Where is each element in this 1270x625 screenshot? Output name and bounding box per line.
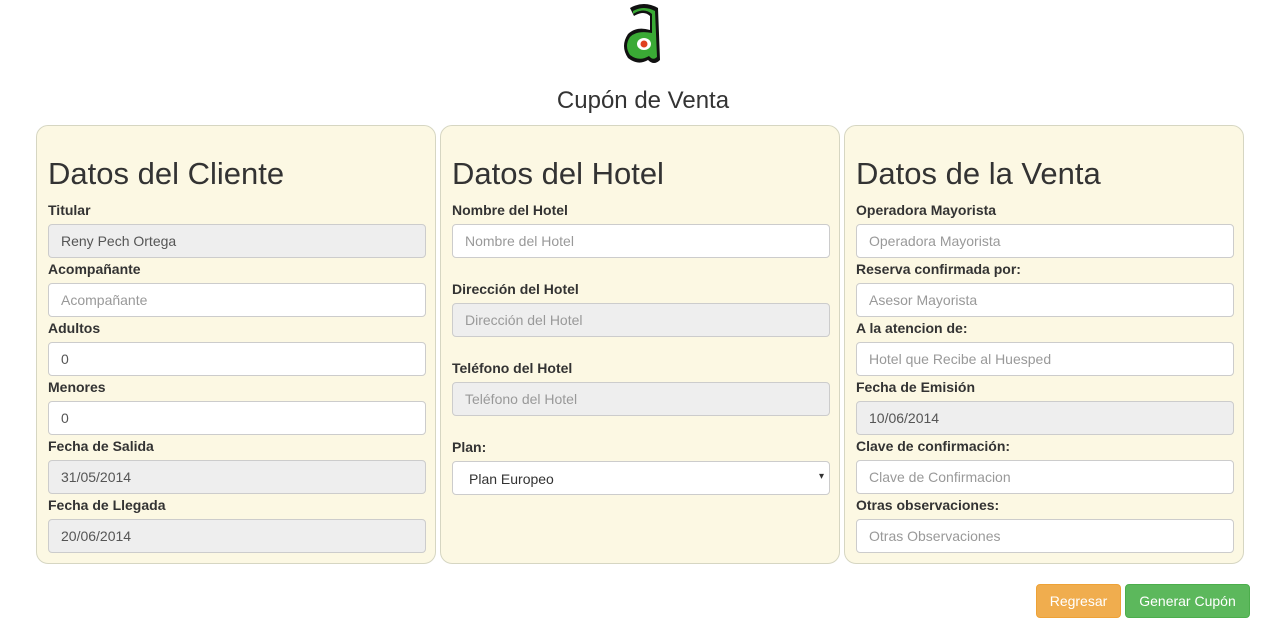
plan-label: Plan: — [452, 439, 487, 455]
plan-select[interactable]: Plan Europeo ▾ — [452, 461, 830, 495]
client-data-panel: Datos del Cliente Titular Acompañante Ad… — [36, 125, 436, 564]
chevron-down-icon: ▾ — [818, 471, 824, 482]
adultos-input[interactable] — [48, 342, 426, 376]
fecha-salida-label: Fecha de Salida — [48, 438, 154, 454]
client-panel-heading: Datos del Cliente — [48, 156, 285, 191]
menores-input[interactable] — [48, 401, 426, 435]
clave-input[interactable] — [856, 460, 1234, 494]
acompanante-input[interactable] — [48, 283, 426, 317]
nombre-hotel-label: Nombre del Hotel — [452, 202, 568, 218]
back-button[interactable]: Regresar — [1036, 584, 1121, 618]
hotel-data-panel: Datos del Hotel Nombre del Hotel Direcci… — [440, 125, 840, 564]
fecha-emision-label: Fecha de Emisión — [856, 379, 976, 395]
titular-label: Titular — [48, 202, 91, 218]
generate-coupon-button[interactable]: Generar Cupón — [1125, 584, 1250, 618]
telefono-hotel-label: Teléfono del Hotel — [452, 360, 573, 376]
observaciones-label: Otras observaciones: — [856, 497, 1000, 513]
operadora-label: Operadora Mayorista — [856, 202, 997, 218]
fecha-llegada-label: Fecha de Llegada — [48, 497, 166, 513]
nombre-hotel-input[interactable] — [452, 224, 830, 258]
direccion-hotel-field[interactable] — [452, 303, 830, 337]
page-title: Cupón de Venta — [556, 87, 730, 114]
reserva-label: Reserva confirmada por: — [856, 261, 1021, 277]
operadora-input[interactable] — [856, 224, 1234, 258]
logo-a-icon — [624, 4, 660, 63]
company-logo — [620, 2, 668, 66]
reserva-input[interactable] — [856, 283, 1234, 317]
fecha-emision-field[interactable] — [856, 401, 1234, 435]
menores-label: Menores — [48, 379, 106, 395]
observaciones-input[interactable] — [856, 519, 1234, 553]
direccion-hotel-label: Dirección del Hotel — [452, 281, 579, 297]
titular-field[interactable] — [48, 224, 426, 258]
plan-select-value: Plan Europeo — [469, 471, 554, 487]
sale-data-panel: Datos de la Venta Operadora Mayorista Re… — [844, 125, 1244, 564]
fecha-salida-field[interactable] — [48, 460, 426, 494]
telefono-hotel-field[interactable] — [452, 382, 830, 416]
clave-label: Clave de confirmación: — [856, 438, 1011, 454]
atencion-input[interactable] — [856, 342, 1234, 376]
atencion-label: A la atencion de: — [856, 320, 968, 336]
adultos-label: Adultos — [48, 320, 101, 336]
hotel-panel-heading: Datos del Hotel — [452, 156, 664, 191]
fecha-llegada-field[interactable] — [48, 519, 426, 553]
sale-panel-heading: Datos de la Venta — [856, 156, 1101, 191]
acompanante-label: Acompañante — [48, 261, 141, 277]
